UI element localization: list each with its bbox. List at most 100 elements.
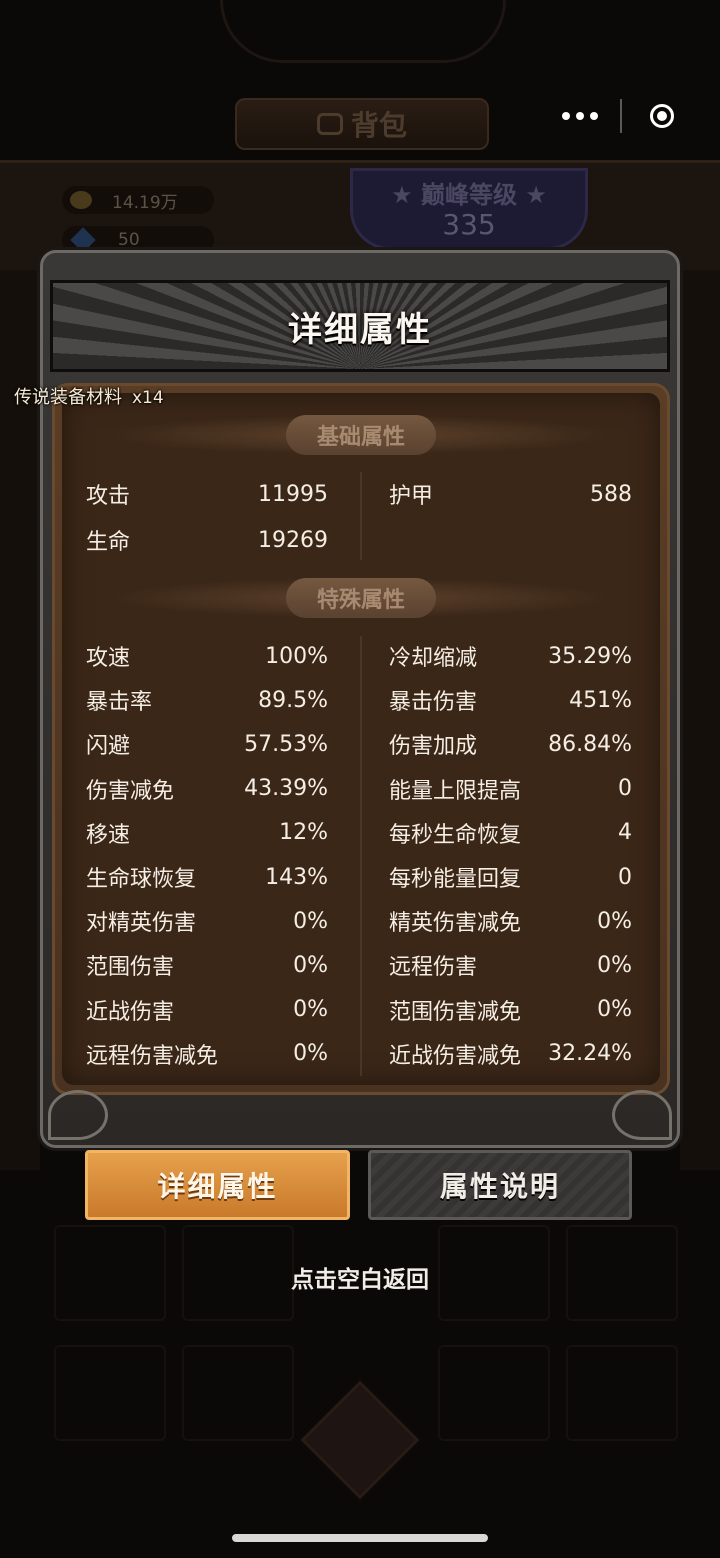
peak-level-badge: ★ 巅峰等级 ★ 335 bbox=[350, 168, 588, 250]
stat-row: 精英伤害减免 0% bbox=[389, 901, 632, 941]
stat-label: 范围伤害减免 bbox=[389, 999, 522, 1025]
stat-row: 远程伤害 0% bbox=[389, 945, 632, 985]
stat-label: 近战伤害 bbox=[86, 999, 175, 1025]
dialog-title: 详细属性 bbox=[288, 309, 432, 350]
stat-label: 远程伤害 bbox=[389, 955, 478, 981]
stat-row: 冷却缩减 35.29% bbox=[389, 636, 632, 676]
gold-value: 14.19万 bbox=[112, 192, 178, 213]
coin-icon bbox=[70, 191, 92, 209]
material-name: 传说装备材料 bbox=[14, 387, 122, 408]
stat-row: 对精英伤害 0% bbox=[86, 901, 328, 941]
stat-label: 生命球恢复 bbox=[86, 867, 197, 892]
right-side-frame bbox=[680, 270, 720, 1170]
stat-row: 护甲 588 bbox=[389, 474, 632, 514]
stat-label: 攻击 bbox=[86, 484, 131, 509]
stat-value: 0% bbox=[293, 952, 328, 978]
stat-row: 生命球恢复 143% bbox=[86, 857, 328, 897]
stat-row: 移速 12% bbox=[86, 813, 328, 853]
stat-value: 19269 bbox=[258, 527, 328, 553]
peak-level-value: 335 bbox=[442, 208, 496, 241]
corner-ornament-icon bbox=[48, 1090, 108, 1140]
stat-label: 攻速 bbox=[86, 646, 131, 671]
stat-value: 0% bbox=[597, 908, 632, 934]
stat-value: 0 bbox=[618, 864, 632, 890]
gold-counter: 14.19万 bbox=[62, 186, 214, 214]
gem-icon bbox=[70, 227, 96, 253]
close-emblem-icon bbox=[300, 1380, 420, 1500]
stat-row: 范围伤害减免 0% bbox=[389, 990, 632, 1030]
more-options-icon[interactable] bbox=[540, 112, 620, 120]
stat-row: 近战伤害 0% bbox=[86, 990, 328, 1030]
stat-value: 86.84% bbox=[548, 731, 632, 757]
stat-row: 能量上限提高 0 bbox=[389, 769, 632, 809]
inventory-slot bbox=[182, 1345, 294, 1441]
special-section-header: 特殊属性 bbox=[286, 578, 436, 618]
stat-value: 143% bbox=[265, 864, 328, 890]
stat-value: 32.24% bbox=[548, 1041, 632, 1067]
stat-label: 范围伤害 bbox=[86, 955, 175, 981]
stat-row: 攻速 100% bbox=[86, 636, 328, 676]
stat-value: 100% bbox=[265, 643, 328, 669]
stat-value: 451% bbox=[569, 687, 632, 713]
stat-row: 攻击 11995 bbox=[86, 474, 328, 514]
inventory-slot bbox=[54, 1345, 166, 1441]
stat-row: 伤害加成 86.84% bbox=[389, 724, 632, 764]
stat-value: 588 bbox=[590, 481, 632, 507]
stat-value: 0% bbox=[293, 908, 328, 934]
inventory-slot bbox=[438, 1345, 550, 1441]
mini-program-capsule bbox=[540, 92, 704, 140]
stat-value: 35.29% bbox=[548, 643, 632, 669]
column-divider bbox=[360, 472, 362, 560]
stat-label: 生命 bbox=[86, 530, 131, 555]
stat-row: 每秒能量回复 0 bbox=[389, 857, 632, 897]
stat-label: 每秒生命恢复 bbox=[389, 822, 522, 848]
stat-row: 远程伤害减免 0% bbox=[86, 1034, 328, 1074]
stat-value: 0% bbox=[293, 1041, 328, 1067]
stat-value: 4 bbox=[618, 820, 632, 846]
stat-row: 近战伤害减免 32.24% bbox=[389, 1034, 632, 1074]
dialog-header: 详细属性 bbox=[50, 280, 670, 372]
stat-value: 57.53% bbox=[244, 731, 328, 757]
stat-value: 0 bbox=[618, 776, 632, 802]
tab-attribute-explanation[interactable]: 属性说明 bbox=[368, 1150, 632, 1220]
stat-row: 生命 19269 bbox=[86, 520, 328, 560]
column-divider bbox=[360, 636, 362, 1076]
bag-icon bbox=[316, 113, 343, 135]
inventory-slot bbox=[566, 1345, 678, 1441]
stat-label: 对精英伤害 bbox=[86, 911, 197, 937]
tap-blank-to-return[interactable]: 点击空白返回 bbox=[0, 1260, 720, 1294]
top-ornament bbox=[220, 0, 506, 63]
stat-label: 每秒能量回复 bbox=[389, 867, 522, 892]
stat-row: 伤害减免 43.39% bbox=[86, 769, 328, 809]
corner-ornament-icon bbox=[612, 1090, 672, 1140]
stat-value: 0% bbox=[597, 952, 632, 978]
stat-label: 暴击率 bbox=[86, 690, 153, 716]
stat-row: 暴击率 89.5% bbox=[86, 680, 328, 720]
stat-row: 暴击伤害 451% bbox=[389, 680, 632, 720]
stat-value: 11995 bbox=[258, 481, 328, 507]
stat-value: 89.5% bbox=[258, 687, 328, 713]
stat-row: 闪避 57.53% bbox=[86, 724, 328, 764]
gem-value: 50 bbox=[118, 230, 140, 250]
stat-label: 近战伤害减免 bbox=[389, 1043, 522, 1069]
stat-label: 闪避 bbox=[86, 734, 131, 760]
stat-label: 伤害减免 bbox=[86, 778, 175, 804]
stat-label: 护甲 bbox=[389, 484, 434, 509]
close-mini-program-icon[interactable] bbox=[622, 104, 702, 128]
material-qty: x14 bbox=[132, 388, 164, 408]
tab-detail-attributes[interactable]: 详细属性 bbox=[85, 1150, 350, 1220]
peak-level-label: ★ 巅峰等级 ★ bbox=[391, 181, 547, 209]
stat-value: 0% bbox=[293, 997, 328, 1023]
stat-label: 移速 bbox=[86, 822, 131, 848]
stat-label: 暴击伤害 bbox=[389, 690, 478, 716]
stat-label: 精英伤害减免 bbox=[389, 911, 522, 937]
stat-label: 远程伤害减免 bbox=[86, 1043, 219, 1069]
stat-value: 0% bbox=[597, 997, 632, 1023]
stat-label: 冷却缩减 bbox=[389, 646, 478, 671]
bag-banner: 背包 bbox=[235, 98, 489, 150]
stat-row: 范围伤害 0% bbox=[86, 945, 328, 985]
home-indicator[interactable] bbox=[232, 1534, 488, 1542]
material-tooltip: 传说装备材料 x14 bbox=[14, 383, 164, 409]
stat-label: 能量上限提高 bbox=[389, 778, 522, 804]
basic-section-header: 基础属性 bbox=[286, 415, 436, 455]
